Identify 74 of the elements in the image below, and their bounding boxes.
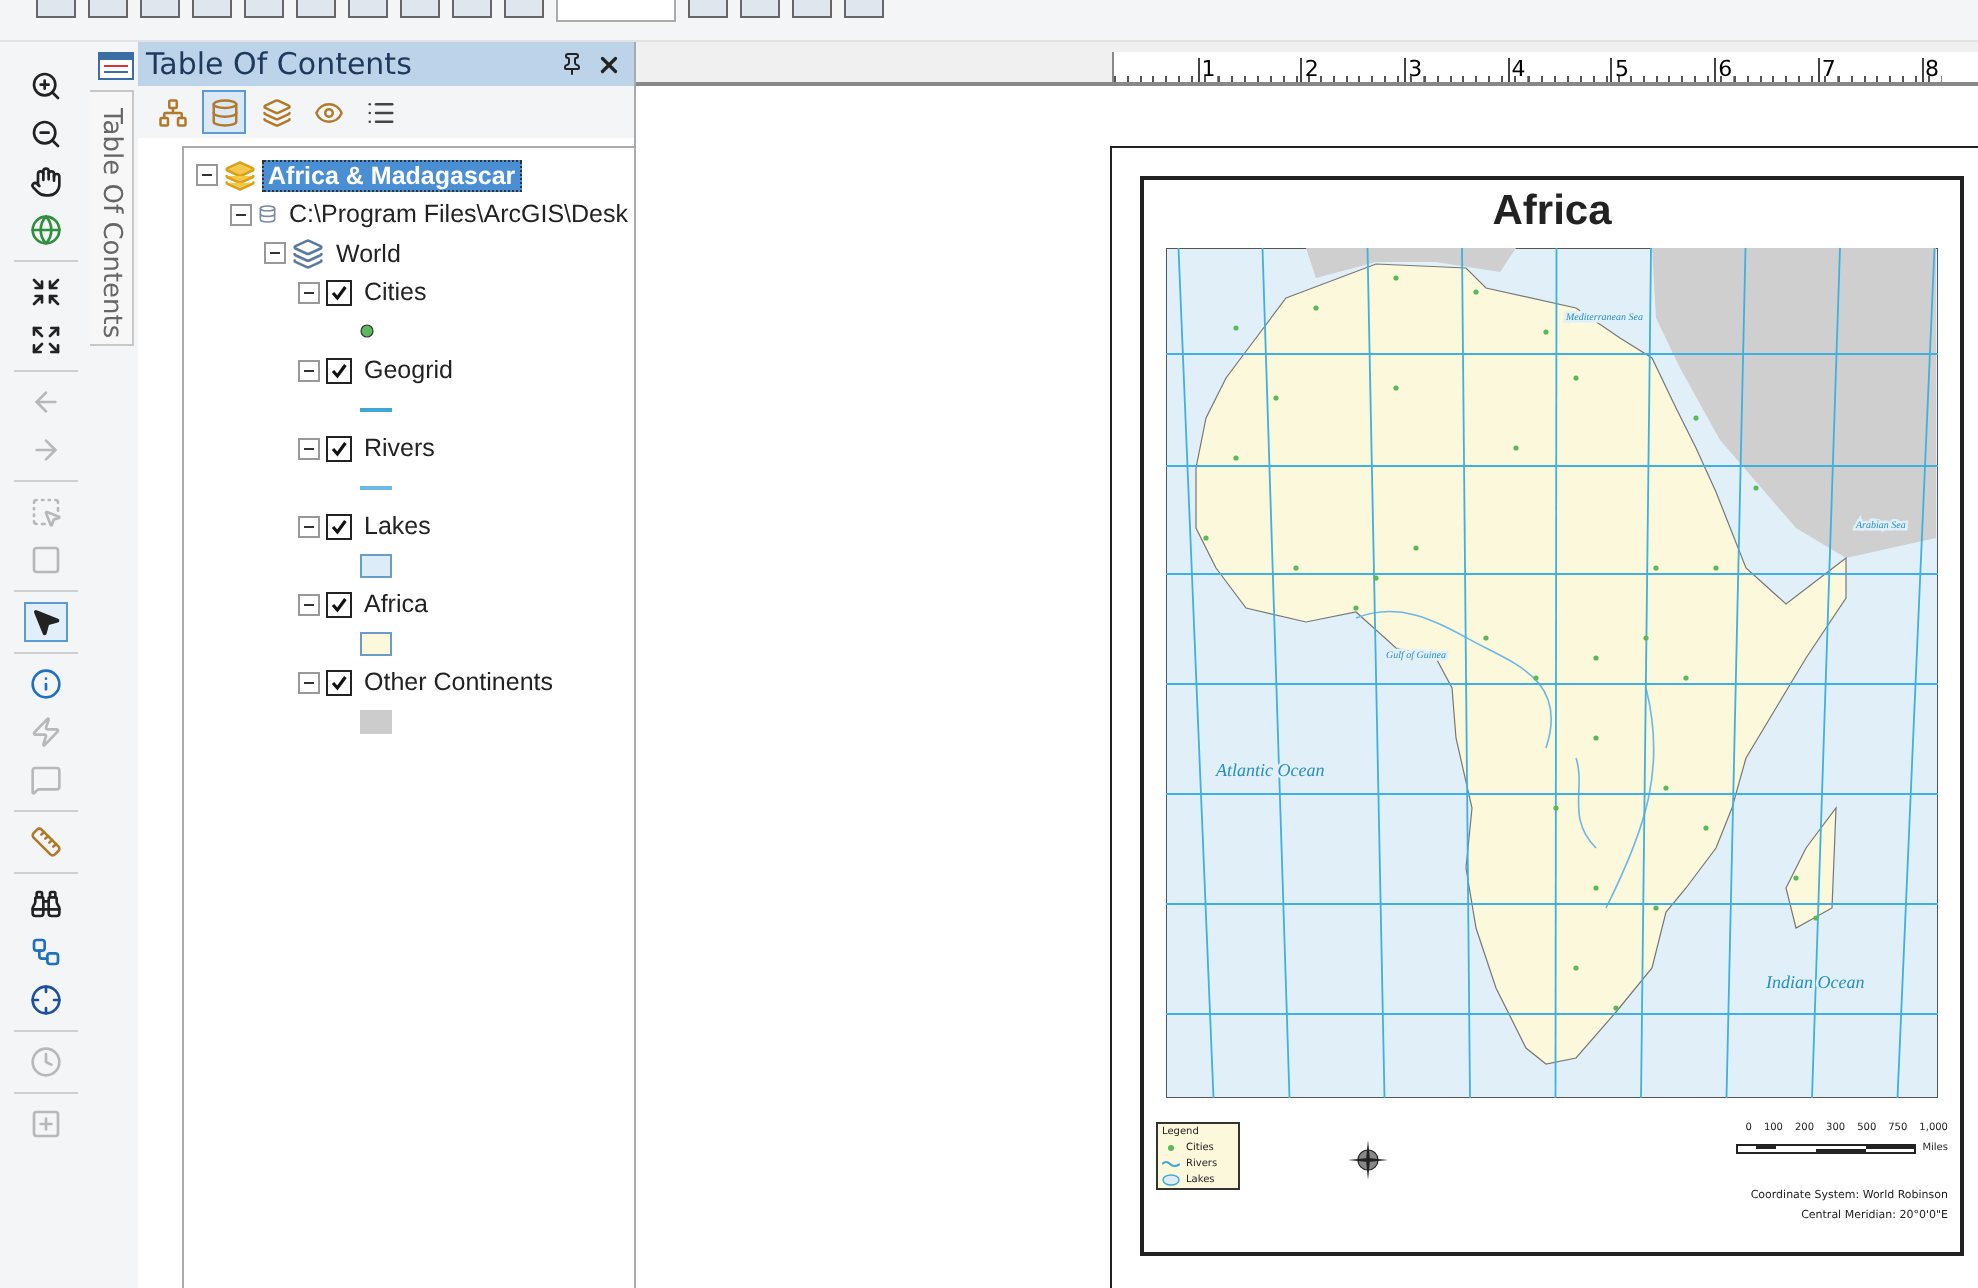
toolbar-icon[interactable]: [88, 0, 128, 18]
identify-icon: [29, 668, 61, 700]
back-icon: [29, 386, 61, 418]
toolbar-icon[interactable]: [504, 0, 544, 18]
ruler-number: 5: [1610, 58, 1631, 82]
toolbar-icon[interactable]: [244, 0, 284, 18]
select-features-icon: [29, 496, 61, 528]
collapse-icon[interactable]: [298, 515, 320, 538]
collapse-icon[interactable]: [264, 242, 286, 265]
side-tab[interactable]: Table Of Contents: [90, 90, 134, 346]
toolbar-icon[interactable]: [400, 0, 440, 18]
toolbar-icon[interactable]: [844, 0, 884, 18]
point-symbol-icon: [1162, 1142, 1180, 1154]
layer-checkbox[interactable]: [326, 591, 352, 618]
ruler-number: 3: [1404, 58, 1425, 82]
pin-icon[interactable]: [560, 52, 584, 76]
find-icon: [29, 888, 61, 920]
ruler-number: 6: [1714, 58, 1735, 82]
layer-checkbox[interactable]: [326, 357, 352, 384]
layer-label[interactable]: Cities: [358, 276, 433, 309]
ruler-number: 4: [1507, 58, 1528, 82]
map-title: Africa: [1492, 188, 1612, 236]
ruler-number: 7: [1817, 58, 1838, 82]
measure-icon: [29, 826, 61, 858]
layer-checkbox[interactable]: [326, 435, 352, 462]
zoom-in-icon: [29, 70, 61, 102]
toolbar-icon[interactable]: [792, 0, 832, 18]
time-icon: [29, 1046, 61, 1078]
toolbar-icon[interactable]: [36, 0, 76, 18]
select-tool-button[interactable]: [23, 602, 67, 642]
ruler-number: 1: [1197, 58, 1218, 82]
layer-checkbox[interactable]: [326, 513, 352, 540]
ruler-number: 8: [1921, 58, 1941, 82]
layer-label[interactable]: World: [330, 237, 407, 270]
toolbar-icon[interactable]: [452, 0, 492, 18]
zoom-out-icon: [29, 118, 61, 150]
pan-icon: [29, 166, 61, 198]
toolbar-icon[interactable]: [192, 0, 232, 18]
layer-checkbox[interactable]: [326, 669, 352, 696]
layer-label[interactable]: Rivers: [358, 432, 441, 465]
collapse-icon[interactable]: [298, 671, 320, 694]
ruler-number: 2: [1300, 58, 1321, 82]
toolbar-icon[interactable]: [140, 0, 180, 18]
fill-symbol-icon: [1162, 1174, 1180, 1186]
collapse-icon[interactable]: [298, 593, 320, 616]
collapse-icon[interactable]: [298, 359, 320, 382]
shrink-icon: [29, 276, 61, 308]
panel-title: Table Of Contents: [146, 46, 414, 82]
toolbar-icon[interactable]: [348, 0, 388, 18]
layer-label[interactable]: C:\Program Files\ArcGIS\Desk: [283, 198, 634, 231]
toolbar-icon[interactable]: [740, 0, 780, 18]
toolbar-icon[interactable]: [296, 0, 336, 18]
group-layer-icon: [292, 237, 324, 270]
close-icon[interactable]: [596, 51, 622, 77]
toolbar-icon[interactable]: [688, 0, 728, 18]
layer-label[interactable]: Other Continents: [358, 666, 559, 699]
layer-label[interactable]: Lakes: [358, 510, 437, 543]
collapse-icon[interactable]: [298, 281, 320, 304]
ocean-label: Indian Ocean: [1766, 972, 1865, 992]
layer-checkbox[interactable]: [326, 279, 352, 306]
collapse-icon[interactable]: [196, 164, 218, 187]
forward-icon: [29, 434, 61, 466]
select-icon: [29, 606, 61, 638]
options-icon: [365, 97, 395, 127]
line-symbol-icon: [1162, 1158, 1180, 1170]
expand-icon: [29, 324, 61, 356]
layers-icon: [224, 159, 256, 192]
collapse-icon[interactable]: [230, 203, 252, 226]
table-of-contents-icon[interactable]: [98, 50, 134, 78]
scale-combo-field[interactable]: [556, 0, 676, 22]
source-view-button[interactable]: [202, 90, 246, 134]
collapse-icon[interactable]: [298, 437, 320, 460]
layer-label[interactable]: Africa: [358, 588, 434, 621]
layer-label[interactable]: Geogrid: [358, 354, 459, 387]
